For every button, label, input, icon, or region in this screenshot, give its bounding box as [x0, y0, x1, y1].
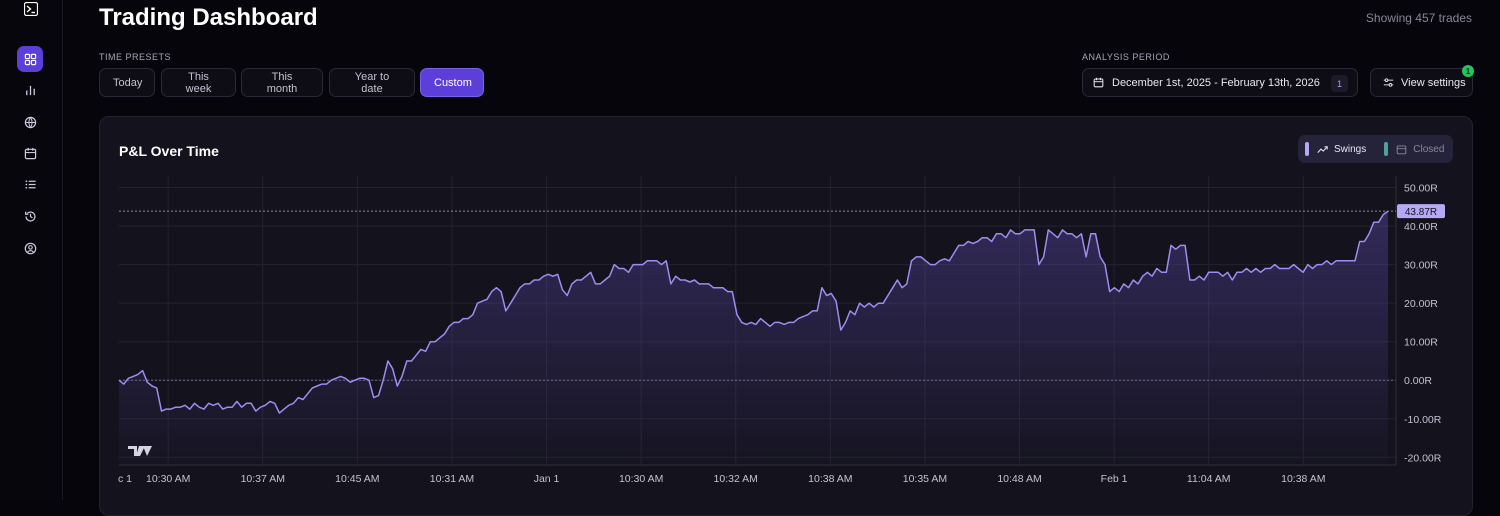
- pnl-chart-svg: 43.87R 50.00R 40.00R 30.00R 20.00R 10.00R 0.00…: [118, 176, 1445, 485]
- x-tick-label: 10:37 AM: [241, 473, 285, 485]
- y-tick-label: 10.00R: [1404, 337, 1438, 349]
- y-tick-label: -20.00R: [1404, 452, 1442, 464]
- y-tick-label: 20.00R: [1404, 298, 1438, 310]
- y-tick-label: -10.00R: [1404, 414, 1442, 426]
- x-tick-label: 10:48 AM: [997, 473, 1041, 485]
- x-tick-label: c 1: [118, 473, 132, 485]
- current-value-label: 43.87R: [1405, 207, 1437, 218]
- x-tick-label: Feb 1: [1101, 473, 1128, 485]
- y-tick-label: 0.00R: [1404, 375, 1432, 387]
- x-tick-label: 10:38 AM: [808, 473, 852, 485]
- y-tick-label: 40.00R: [1404, 221, 1438, 233]
- y-tick-label: 30.00R: [1404, 260, 1438, 272]
- series-area-swings: [119, 211, 1388, 465]
- x-tick-label: 10:35 AM: [903, 473, 947, 485]
- x-tick-label: Jan 1: [534, 473, 560, 485]
- x-tick-label: 10:31 AM: [430, 473, 474, 485]
- y-tick-label: 50.00R: [1404, 183, 1438, 195]
- x-tick-label: 10:30 AM: [619, 473, 663, 485]
- series-line-swings: [118, 210, 1389, 414]
- current-value-marker: [1397, 204, 1445, 219]
- x-tick-label: 10:30 AM: [146, 473, 190, 485]
- pnl-chart: 43.87R 50.00R 40.00R 30.00R 20.00R 10.00R 0.00…: [0, 0, 1500, 500]
- x-tick-label: 10:45 AM: [335, 473, 379, 485]
- chart-brand-logo-icon: [128, 446, 152, 456]
- x-tick-label: 10:38 AM: [1281, 473, 1325, 485]
- x-tick-label: 11:04 AM: [1187, 473, 1231, 485]
- x-tick-label: 10:32 AM: [714, 473, 758, 485]
